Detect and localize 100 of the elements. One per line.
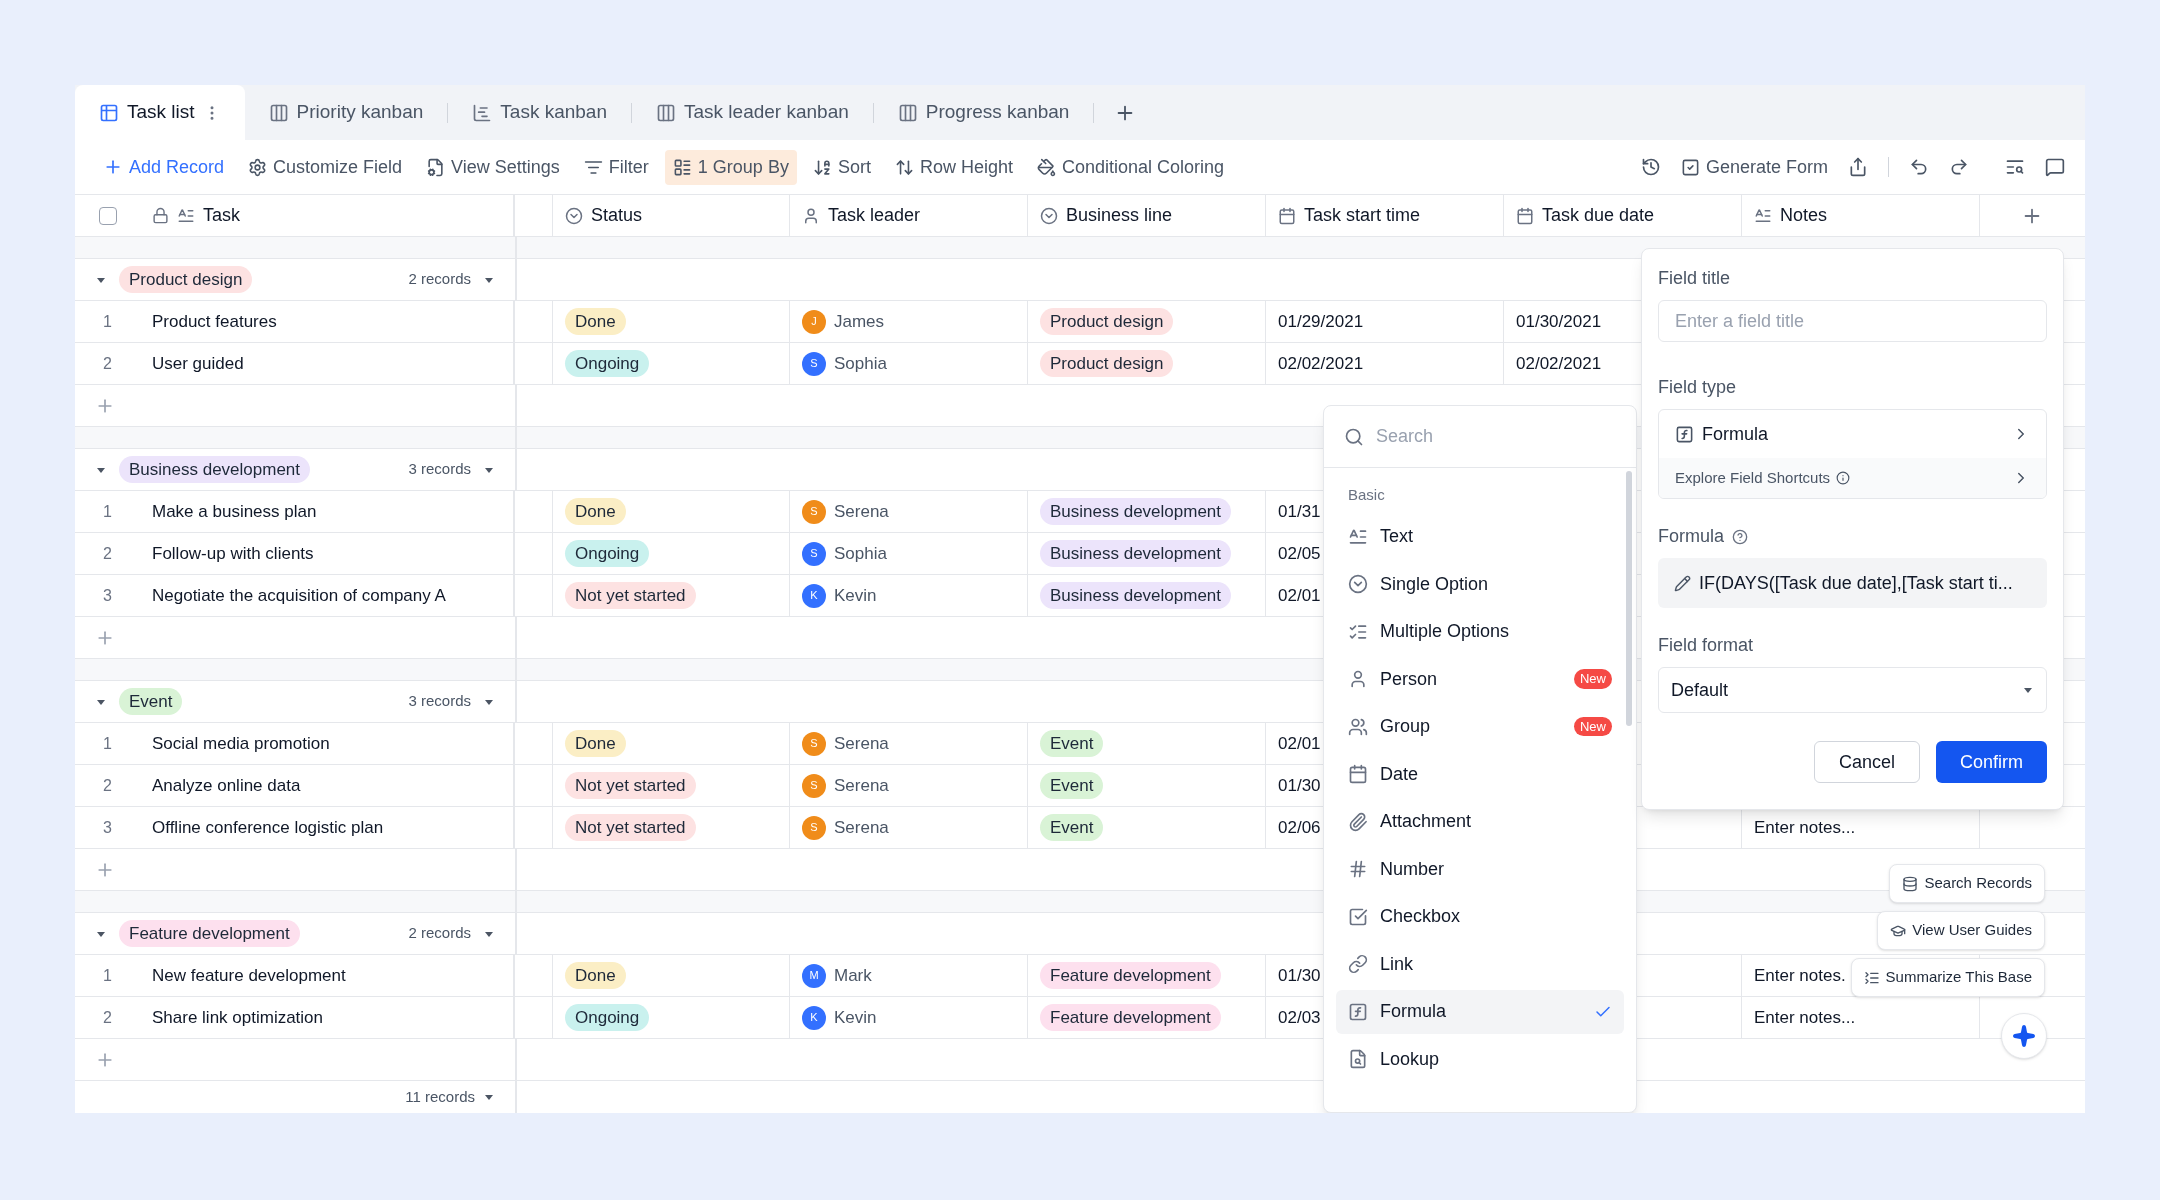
generate-form-button[interactable]: Generate Form [1680,153,1828,181]
field-type-option[interactable]: Checkbox [1336,894,1624,939]
view-tab[interactable]: Task kanban [448,85,631,140]
column-header[interactable]: Notes [1780,202,1828,229]
task-name: Negotiate the acquisition of company A [152,584,446,607]
avatar: K [802,583,826,608]
paint-bucket-icon [1036,157,1056,177]
row-number: 2 [103,353,112,374]
field-type-option[interactable]: Group New [1336,704,1624,749]
undo-icon[interactable] [1909,157,1929,177]
field-type-option[interactable]: Person New [1336,657,1624,701]
group-tag: Business development [119,455,311,484]
field-type-select[interactable]: Formula [1659,410,2046,458]
start-date: 02/01 [1278,584,1321,607]
column-header[interactable]: Task [203,202,240,229]
field-shortcuts-link[interactable]: Explore Field Shortcuts [1659,458,2046,498]
option-icon [565,206,583,225]
search-field[interactable]: Search [1376,423,1616,450]
toolbar-button[interactable]: Conditional Coloring [1028,149,1233,185]
list-icon [672,157,692,177]
share-icon[interactable] [1848,157,1868,177]
confirm-button[interactable]: Confirm [1936,741,2047,783]
business-tag: Event [1040,771,1104,800]
start-date: 02/02/2021 [1278,352,1364,375]
pencil-icon [1674,574,1691,592]
total-record-count: 11 records [405,1086,475,1107]
view-tab[interactable]: Priority kanban [244,85,448,140]
view-tab[interactable]: Task list [75,85,245,140]
task-name: Share link optimization [152,1006,324,1029]
calendar-icon [1348,764,1368,784]
row-number: 3 [103,817,112,838]
avatar: S [802,773,826,798]
avatar: S [802,815,826,840]
leader-name: Sophia [834,542,887,565]
search-list-icon[interactable] [2005,157,2025,177]
field-format-select[interactable]: Default [1658,667,2047,713]
function-icon [1675,424,1694,444]
scrollbar[interactable] [1626,471,1632,726]
toolbar-button[interactable]: Filter [575,149,657,185]
section-label: Basic [1347,485,1386,505]
group-tag: Product design [119,265,253,294]
sort-icon [812,157,832,177]
floating-action-button[interactable]: Search Records [1889,864,2045,903]
history-icon[interactable] [1640,157,1661,177]
cancel-button[interactable]: Cancel [1813,741,1920,783]
column-header[interactable]: Task leader [828,202,921,229]
formula-field[interactable]: IF(DAYS([Task due date],[Task start ti... [1658,558,2047,608]
toolbar-button[interactable]: 1 Group By [664,149,797,185]
redo-icon[interactable] [1949,157,1969,177]
new-badge: New [1574,669,1612,689]
list-icon [1863,969,1880,986]
business-tag: Feature development [1040,961,1221,990]
view-tab[interactable]: Task leader kanban [632,85,873,140]
option-icon [1348,574,1368,594]
comment-icon[interactable] [2045,157,2065,177]
start-date: 02/03 [1278,1006,1321,1029]
field-type-option[interactable]: Number [1336,847,1624,891]
field-type-option[interactable]: Formula [1336,989,1624,1034]
task-name: Product features [152,310,277,333]
hash-icon [1348,859,1368,879]
field-title-input[interactable]: Enter a field title [1658,300,2047,342]
leader-name: James [834,310,885,333]
field-type-option[interactable]: Lookup [1336,1037,1624,1081]
business-tag: Business development [1040,581,1232,610]
paperclip-icon [1348,811,1368,832]
notes-text: Enter notes. [1754,964,1846,987]
text-icon [177,206,195,225]
task-name: New feature development [152,964,346,987]
leader-name: Serena [834,732,889,755]
lock-icon [152,207,169,224]
status-tag: Done [565,497,626,526]
start-date: 02/05 [1278,542,1321,565]
field-type-option[interactable]: Attachment [1336,799,1624,844]
field-type-option[interactable]: Date [1336,752,1624,796]
toolbar-button[interactable]: Add Record [95,149,233,185]
toolbar-button[interactable]: Row Height [886,149,1021,185]
business-tag: Business development [1040,539,1232,568]
field-type-option[interactable]: Single Option [1336,562,1624,606]
select-all-checkbox[interactable] [98,206,117,225]
view-tab[interactable]: Progress kanban [873,85,1094,140]
checkbox-icon [1348,906,1368,927]
row-number: 1 [103,311,112,332]
column-header[interactable]: Status [591,202,643,229]
toolbar-button[interactable]: Sort [804,149,879,185]
status-tag: Done [565,961,626,990]
field-type-option[interactable]: Multiple Options [1336,609,1624,654]
field-type-option[interactable]: Link [1336,942,1624,986]
start-date: 02/06 [1278,816,1321,839]
floating-action-button[interactable]: Summarize This Base [1850,958,2045,997]
column-header[interactable]: Task due date [1542,202,1655,229]
record-count: 2 records [408,269,471,290]
help-icon[interactable] [1732,528,1748,545]
toolbar-button[interactable]: Customize Field [240,149,411,185]
field-label: Field title [1658,267,1732,290]
timeline-icon [472,102,493,123]
field-type-option[interactable]: Text [1336,514,1624,559]
floating-action-button[interactable]: View User Guides [1877,911,2045,950]
column-header[interactable]: Task start time [1304,202,1421,229]
column-header[interactable]: Business line [1066,202,1173,229]
toolbar-button[interactable]: View Settings [418,149,568,185]
